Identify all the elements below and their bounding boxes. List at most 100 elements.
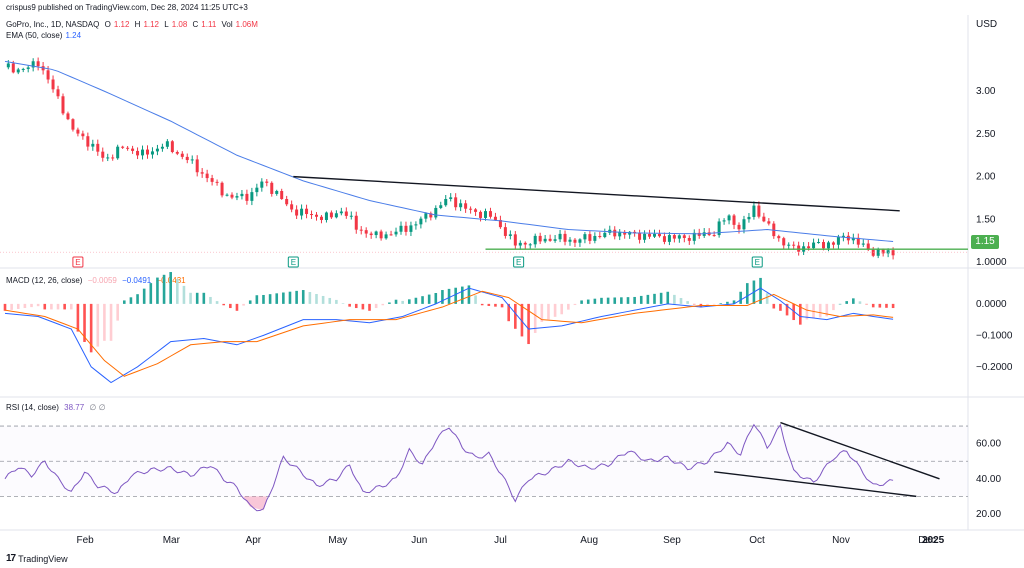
candle: [444, 198, 448, 206]
candle: [578, 239, 582, 243]
support-price-tag: 1.15: [971, 235, 999, 249]
candle: [374, 231, 378, 236]
macd-histogram-bar: [421, 296, 424, 304]
macd-histogram-bar: [348, 303, 351, 307]
macd-histogram-bar: [633, 296, 636, 304]
macd-histogram-bar: [149, 283, 153, 304]
candle: [742, 219, 746, 230]
candle: [86, 136, 90, 147]
macd-histogram-bar: [891, 303, 895, 309]
candle: [831, 242, 835, 245]
candle: [812, 242, 816, 249]
macd-histogram-bar: [282, 292, 285, 304]
macd-histogram-bar: [593, 298, 597, 304]
macd-histogram-bar: [63, 303, 66, 310]
macd-histogram-bar: [321, 295, 325, 304]
candle: [563, 233, 567, 242]
candle: [414, 224, 418, 226]
candle: [484, 211, 487, 218]
macd-histogram-bar: [560, 303, 564, 315]
candle: [573, 239, 577, 243]
candle: [727, 215, 731, 221]
candle: [722, 220, 726, 222]
candle: [285, 199, 289, 205]
macd-histogram-bar: [341, 303, 345, 304]
macd-histogram-bar: [129, 297, 133, 304]
macd-histogram-bar: [779, 303, 782, 311]
macd-histogram-bar: [361, 303, 365, 310]
candle: [399, 225, 403, 232]
candle: [871, 249, 875, 256]
macd-histogram-bar: [447, 288, 451, 304]
candle: [185, 156, 189, 161]
candle: [145, 149, 149, 155]
candle: [404, 225, 408, 232]
macd-histogram-bar: [10, 303, 13, 310]
x-axis-label: Mar: [163, 535, 181, 546]
macd-histogram-bar: [142, 288, 146, 304]
macd-histogram-bar: [268, 294, 272, 304]
candle: [220, 182, 224, 196]
candle: [165, 141, 169, 147]
candle: [379, 231, 383, 239]
price-tick-label: 1.0000: [976, 257, 1007, 268]
candle: [434, 207, 438, 218]
macd-histogram-bar: [288, 291, 292, 304]
candle: [66, 113, 70, 120]
macd-histogram-bar: [295, 290, 298, 304]
earnings-marker-label: E: [755, 258, 760, 267]
candle: [359, 229, 363, 231]
candle: [290, 204, 294, 210]
candle: [508, 234, 512, 236]
macd-histogram-bar: [76, 303, 80, 332]
candle: [339, 211, 343, 214]
macd-histogram-bar: [3, 303, 7, 311]
candle: [807, 246, 811, 249]
macd-histogram-bar: [639, 295, 643, 304]
macd-histogram-bar: [679, 297, 683, 304]
rsi-tick-label: 60.00: [976, 439, 1001, 450]
candle: [250, 192, 254, 201]
candle: [16, 69, 20, 73]
candle: [513, 234, 517, 246]
candle: [305, 208, 309, 215]
macd-histogram-bar: [441, 290, 444, 304]
macd-histogram-bar: [229, 303, 232, 309]
candle: [732, 215, 736, 225]
candle: [205, 173, 209, 179]
macd-histogram-bar: [235, 303, 239, 311]
macd-histogram-bar: [215, 301, 219, 304]
tradingview-logo[interactable]: 17 TradingView: [6, 553, 68, 564]
macd-histogram-bar: [487, 303, 491, 306]
price-tick-label: 3.00: [976, 86, 996, 97]
candle: [583, 234, 587, 240]
candle: [757, 205, 761, 217]
macd-histogram-bar: [606, 297, 610, 304]
brand-label: TradingView: [18, 553, 68, 564]
tradingview-logo-icon: 17: [6, 553, 16, 564]
macd-histogram-bar: [434, 293, 438, 304]
macd-histogram-bar: [407, 299, 411, 304]
candle: [667, 235, 671, 242]
currency-label[interactable]: USD: [976, 19, 997, 30]
candle: [767, 221, 771, 224]
x-axis-label: Feb: [77, 535, 95, 546]
candle: [354, 215, 358, 230]
chart-canvas[interactable]: E E E E 3.00 2.50 2.00 1.50 1.0000 0.0000 −0.1000…: [0, 0, 1024, 568]
candle: [111, 157, 115, 159]
macd-histogram-bar: [871, 303, 875, 308]
candle: [687, 237, 691, 241]
earnings-marker-label: E: [291, 258, 296, 267]
macd-histogram-bar: [765, 293, 769, 304]
candle: [454, 197, 458, 208]
candle: [180, 153, 184, 157]
candle: [518, 242, 522, 246]
macd-histogram-bar: [169, 272, 172, 304]
candle: [677, 235, 681, 239]
macd-histogram-bar: [262, 294, 265, 304]
macd-histogram-bar: [275, 293, 279, 304]
macd-histogram-bar: [745, 283, 749, 304]
candle: [747, 216, 751, 220]
candle: [91, 143, 95, 147]
candle: [51, 79, 55, 90]
